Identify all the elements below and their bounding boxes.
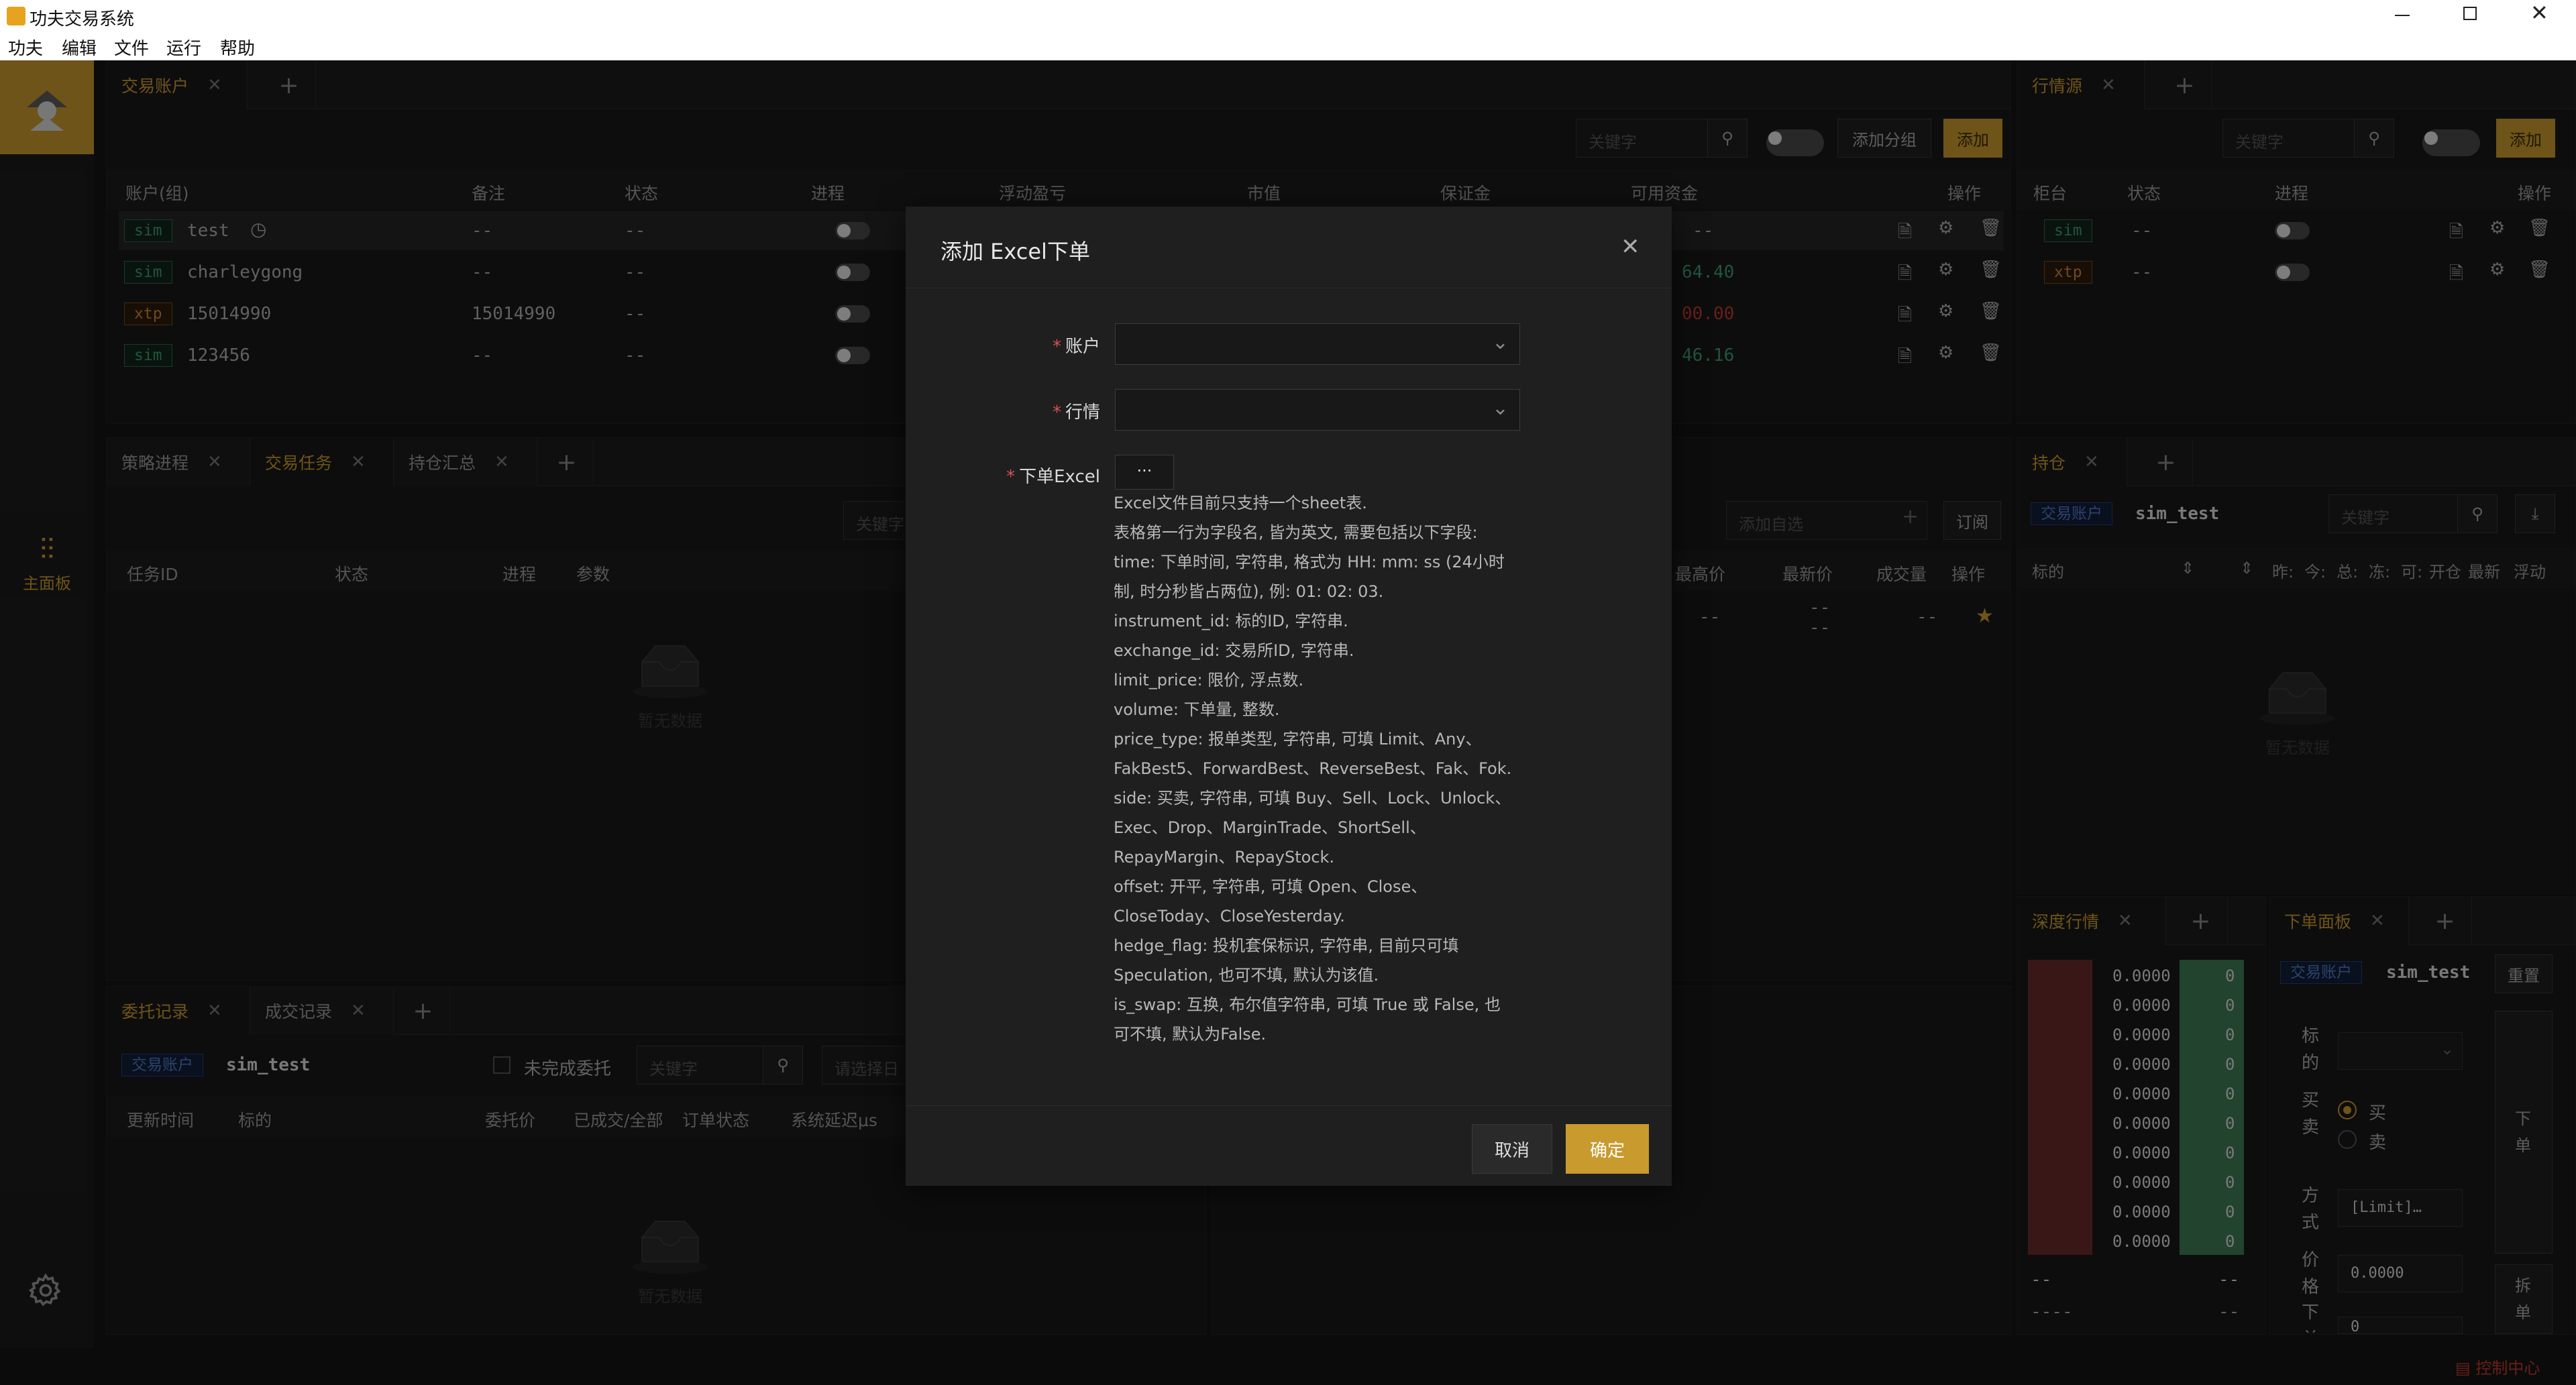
menu-item-edit[interactable]: 编辑 [62, 35, 97, 60]
menu-bar: 功夫 编辑 文件 运行 帮助 [0, 32, 2576, 60]
help-line: side: 买卖, 字符串, 可填 Buy、Sell、Lock、Unlock、 [1114, 789, 1511, 808]
help-line: RepayMargin、RepayStock. [1114, 848, 1335, 867]
help-line: exchange_id: 交易所ID, 字符串. [1114, 641, 1354, 660]
minimize-icon[interactable] [2395, 15, 2410, 16]
help-line: time: 下单时间, 字符串, 格式为 HH: mm: ss (24小时 [1114, 553, 1505, 571]
close-icon[interactable]: ✕ [1621, 233, 1640, 260]
help-line: 制, 时分秒皆占两位), 例: 01: 02: 03. [1114, 582, 1384, 601]
menu-item-file[interactable]: 文件 [114, 35, 149, 60]
market-field-label: * 行情 [1052, 402, 1100, 423]
app-logo-icon [7, 7, 25, 25]
help-line: Exec、Drop、MarginTrade、ShortSell、 [1114, 818, 1426, 837]
window-title: 功夫交易系统 [30, 9, 135, 30]
help-line: Excel文件目前只支持一个sheet表. [1114, 494, 1367, 512]
chevron-down-icon: ⌄ [1491, 396, 1509, 420]
menu-item-kungfu[interactable]: 功夫 [8, 35, 43, 60]
dialog-header: 添加 Excel下单 ✕ [906, 207, 1672, 288]
help-line: offset: 开平, 字符串, 可填 Open、Close、 [1114, 877, 1428, 896]
help-line: FakBest5、ForwardBest、ReverseBest、Fak、Fok… [1114, 759, 1512, 778]
help-line: 表格第一行为字段名, 皆为英文, 需要包括以下字段: [1114, 523, 1478, 542]
cancel-button[interactable]: 取消 [1472, 1124, 1552, 1174]
help-line: hedge_flag: 投机套保标识, 字符串, 目前只可填 [1114, 936, 1459, 955]
menu-item-help[interactable]: 帮助 [220, 35, 255, 60]
confirm-button[interactable]: 确定 [1566, 1124, 1649, 1174]
market-select[interactable]: ⌄ [1115, 389, 1520, 431]
restore-icon[interactable] [2463, 7, 2477, 20]
excel-field-label: * 下单Excel [1006, 467, 1100, 487]
help-line: volume: 下单量, 整数. [1114, 700, 1280, 719]
account-field-label: * 账户 [1052, 337, 1100, 357]
help-line: price_type: 报单类型, 字符串, 可填 Limit、Any、 [1114, 730, 1482, 749]
account-select[interactable]: ⌄ [1115, 323, 1520, 365]
help-line: CloseToday、CloseYesterday. [1114, 907, 1345, 926]
close-icon[interactable]: ✕ [2530, 0, 2548, 25]
title-bar: 功夫交易系统 ✕ [0, 0, 2576, 32]
chevron-down-icon: ⌄ [1491, 331, 1509, 354]
excel-help-text: Excel文件目前只支持一个sheet表. 表格第一行为字段名, 皆为英文, 需要… [1114, 488, 1529, 1049]
help-line: Speculation, 也可不填, 默认为该值. [1114, 966, 1379, 985]
help-line: instrument_id: 标的ID, 字符串. [1114, 612, 1348, 630]
help-line: 可不填, 默认为False. [1114, 1025, 1267, 1044]
help-line: is_swap: 互换, 布尔值字符串, 可填 True 或 False, 也 [1114, 995, 1501, 1014]
menu-item-run[interactable]: 运行 [166, 35, 201, 60]
choose-file-button[interactable]: ··· [1115, 455, 1174, 490]
dialog-title: 添加 Excel下单 [941, 239, 1090, 264]
help-line: limit_price: 限价, 浮点数. [1114, 671, 1304, 689]
dialog-footer-divider [906, 1105, 1672, 1106]
add-excel-order-dialog: 添加 Excel下单 ✕ * 账户 ⌄ * 行情 ⌄ * 下单Excel ··· Ex… [906, 207, 1672, 1186]
